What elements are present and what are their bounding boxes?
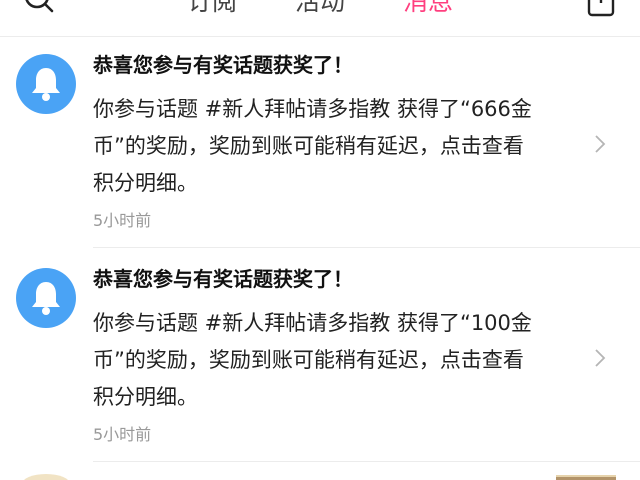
notification-body: 你参与话题 #新人拜帖请多指教 获得了“666金 币”的奖励，奖励到账可能稍有延…: [93, 91, 583, 202]
notification-time: 5小时前: [93, 211, 152, 230]
avatar[interactable]: [22, 474, 70, 480]
notification-body-line: 币”的奖励，奖励到账可能稍有延迟，点击查看: [93, 348, 524, 372]
messages-screen: 订阅 活动 消息 恭喜您参与有奖话题获奖了！ 你参与话题 #新人拜帖请多指教 获…: [0, 0, 640, 480]
tab-subscribe[interactable]: 订阅: [187, 0, 237, 18]
notification-body-line: 积分明细。: [93, 385, 198, 409]
notification-item[interactable]: 恭喜您参与有奖话题获奖了！ 你参与话题 #新人拜帖请多指教 获得了“100金 币…: [0, 250, 640, 462]
chevron-right-icon[interactable]: [594, 348, 606, 368]
search-icon[interactable]: [22, 0, 54, 18]
notification-body-line: 币”的奖励，奖励到账可能稍有延迟，点击查看: [93, 134, 524, 158]
notification-body-line: 你参与话题 #新人拜帖请多指教 获得了“100金: [93, 311, 532, 335]
bell-icon: [32, 68, 60, 101]
notification-title: 恭喜您参与有奖话题获奖了！: [93, 53, 353, 77]
tab-activity[interactable]: 活动: [295, 0, 345, 18]
notification-body: 你参与话题 #新人拜帖请多指教 获得了“100金 币”的奖励，奖励到账可能稍有延…: [93, 305, 583, 416]
compose-icon[interactable]: [586, 0, 616, 18]
notification-time: 5小时前: [93, 425, 152, 444]
notification-avatar: [16, 54, 76, 114]
chevron-right-icon[interactable]: [594, 134, 606, 154]
notification-item[interactable]: 恭喜您参与有奖话题获奖了！ 你参与话题 #新人拜帖请多指教 获得了“666金 币…: [0, 36, 640, 248]
top-tab-bar: 订阅 活动 消息: [0, 0, 640, 37]
bell-icon: [32, 282, 60, 315]
notification-body-line: 你参与话题 #新人拜帖请多指教 获得了“666金: [93, 97, 532, 121]
notification-body-line: 积分明细。: [93, 171, 198, 195]
divider: [93, 461, 640, 462]
thumbnail-image[interactable]: [556, 475, 616, 480]
divider: [93, 247, 640, 248]
notification-avatar: [16, 268, 76, 328]
tab-messages[interactable]: 消息: [403, 0, 453, 18]
notification-title: 恭喜您参与有奖话题获奖了！: [93, 267, 353, 291]
